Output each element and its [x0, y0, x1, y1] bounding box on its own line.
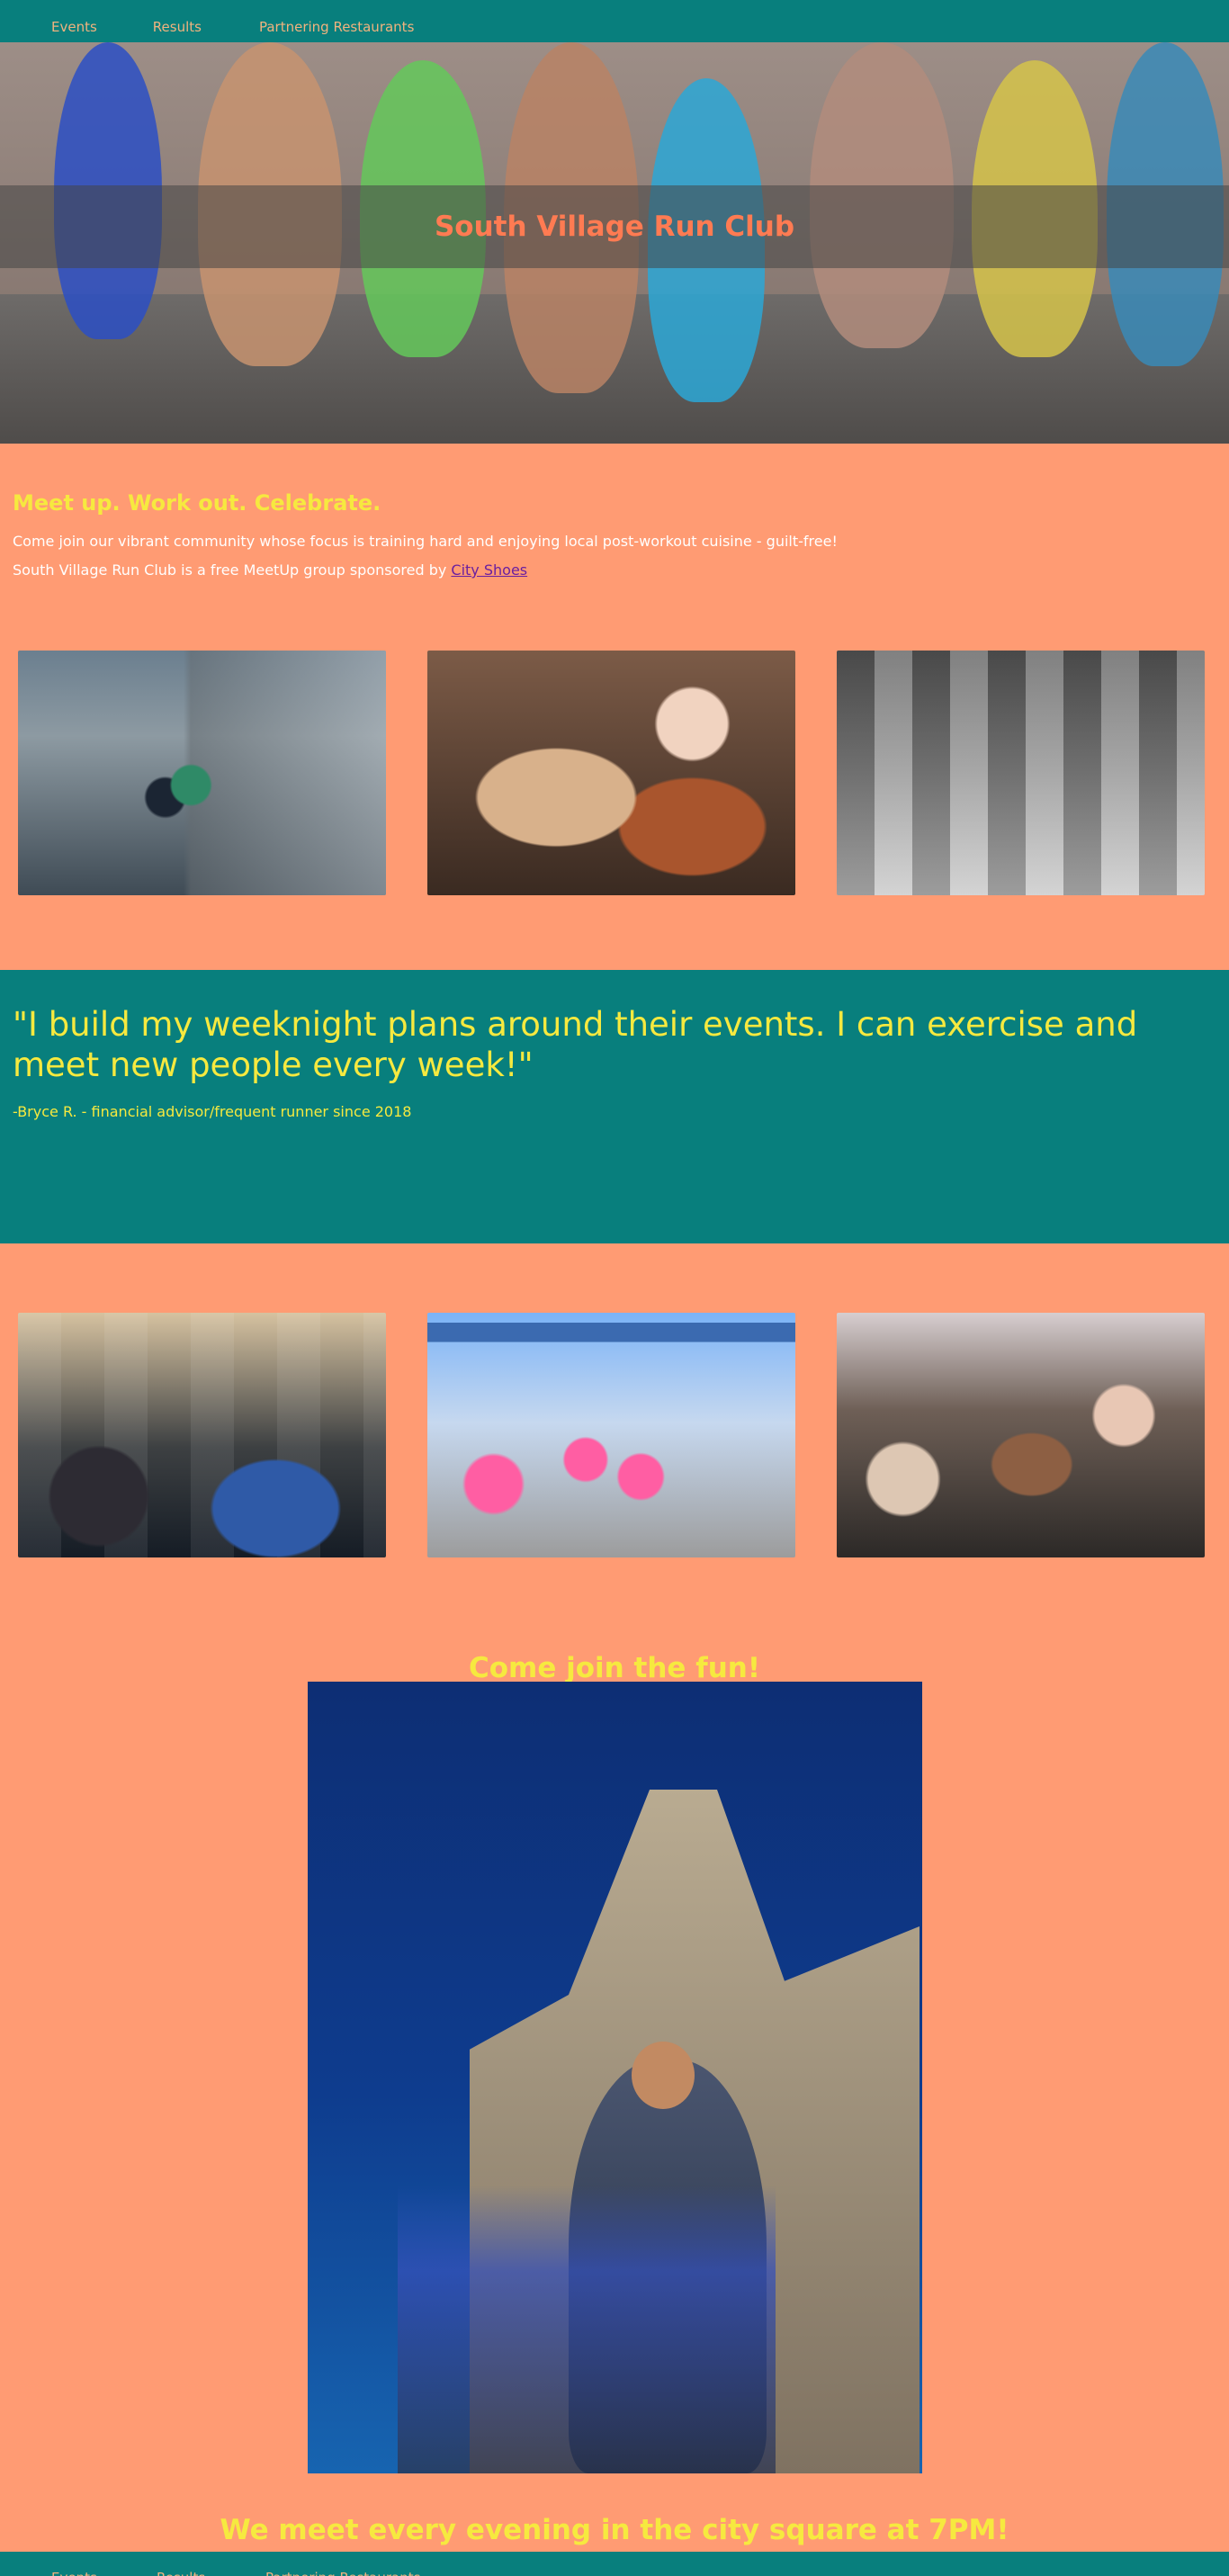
- meetup-info: We meet every evening in the city square…: [220, 2513, 1009, 2546]
- testimonial-author: -Bryce R. - financial advisor/frequent r…: [13, 1103, 412, 1120]
- hero-title: South Village Run Club: [434, 211, 795, 243]
- join-heading: Come join the fun!: [468, 1651, 761, 1684]
- intro-paragraph: Come join our vibrant community whose fo…: [13, 533, 838, 550]
- testimonial-text: "I build my weeknight plans around their…: [13, 1005, 1138, 1084]
- city-shoes-link[interactable]: City Shoes: [451, 561, 527, 579]
- sponsor-prefix: South Village Run Club is a free MeetUp …: [13, 561, 452, 579]
- footer-link-results[interactable]: Results: [157, 2570, 205, 2576]
- footer-link-partnering-restaurants[interactable]: Partnering Restaurants: [265, 2570, 420, 2576]
- nav-link-events[interactable]: Events: [51, 21, 97, 34]
- nav-link-partnering-restaurants[interactable]: Partnering Restaurants: [259, 21, 414, 34]
- rome-marathon-finish-photo: [427, 1313, 795, 1557]
- cafe-crowd-photo: [18, 1313, 386, 1557]
- runners-street-photo: [18, 651, 386, 895]
- hero-banner: South Village Run Club: [0, 42, 1229, 444]
- intro-heading: Meet up. Work out. Celebrate.: [13, 490, 381, 516]
- marathon-runners-bw-photo: [837, 651, 1205, 895]
- food-table-photo: [427, 651, 795, 895]
- sponsor-line: South Village Run Club is a free MeetUp …: [13, 561, 1218, 580]
- cathedral-runners-photo: [308, 1682, 922, 2473]
- footer-nav: Events Results Partnering Restaurants: [0, 2552, 1229, 2576]
- footer-link-events[interactable]: Events: [51, 2570, 97, 2576]
- top-nav: Events Results Partnering Restaurants: [0, 0, 1229, 42]
- nav-link-results[interactable]: Results: [153, 21, 202, 34]
- dinner-group-photo: [837, 1313, 1205, 1557]
- testimonial-section: "I build my weeknight plans around their…: [0, 970, 1229, 1243]
- intro-section: Meet up. Work out. Celebrate. Come join …: [13, 490, 1218, 580]
